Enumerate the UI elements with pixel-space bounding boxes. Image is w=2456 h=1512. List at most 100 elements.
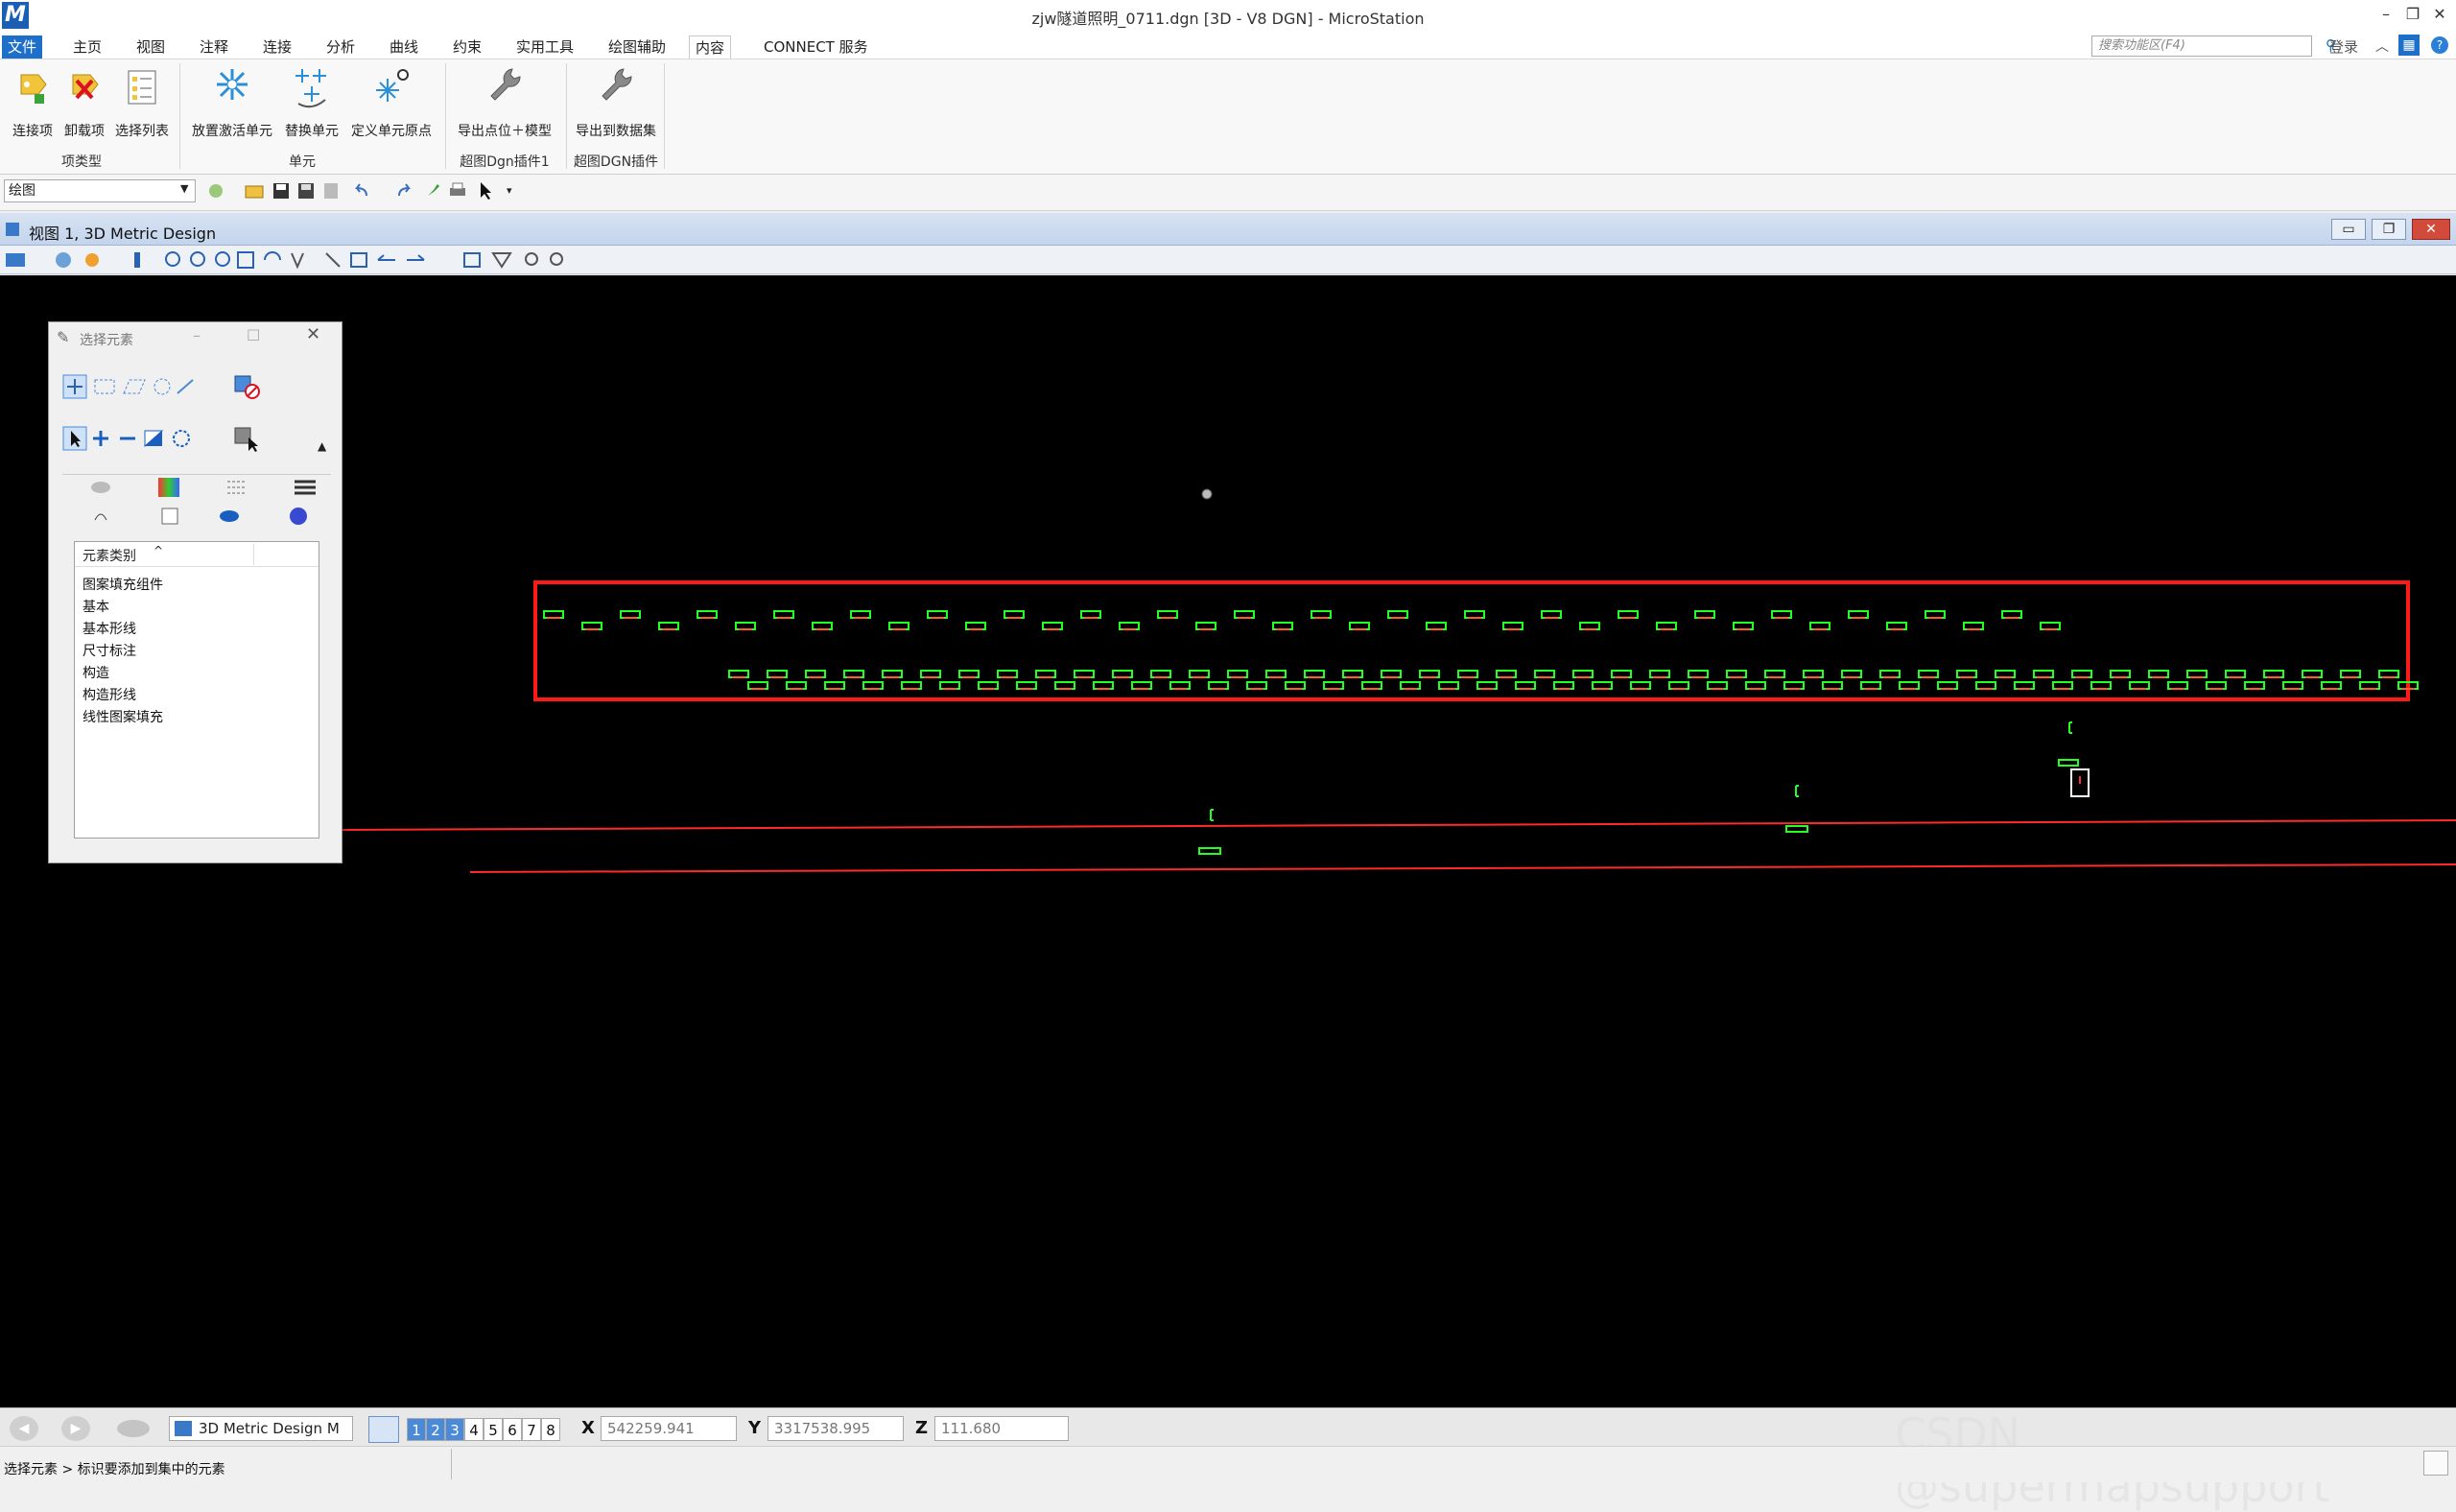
dialog-maximize-button[interactable]: ☐ [247,326,260,344]
selection-pointer-icon[interactable] [233,426,262,453]
tab-drawing-aids[interactable]: 绘图辅助 [602,35,672,59]
tab-file[interactable]: 文件 [2,35,43,59]
list-item[interactable]: 构造形线 [83,685,136,704]
view-toggle-8[interactable]: 8 [541,1418,560,1441]
list-item[interactable]: 线性图案填充 [83,707,163,726]
select-list-label: 选择列表 [115,124,169,139]
list-item[interactable]: 基本 [83,597,109,616]
model-select[interactable]: 3D Metric Design M [169,1416,353,1441]
light-fixture-symbol [1515,681,1536,690]
y-coordinate-field[interactable]: 3317538.995 [768,1416,904,1441]
print-icon[interactable] [447,180,468,201]
list-item[interactable]: 图案填充组件 [83,575,163,594]
define-cell-origin-button[interactable]: 定义单元原点 [345,65,437,140]
help-icon[interactable]: ? [2431,36,2448,54]
forward-arrow-icon[interactable]: ▶ [61,1416,90,1441]
tab-content[interactable]: 内容 [689,35,732,59]
light-fixture-symbol [2167,681,2188,690]
collapse-up-icon[interactable]: ▲ [318,439,326,453]
save-icon[interactable] [271,180,292,201]
tab-constraints[interactable]: 约束 [447,35,487,59]
view-toggle-5[interactable]: 5 [484,1418,503,1441]
light-fixture-symbol [939,681,960,690]
light-fixture-symbol [1464,610,1485,619]
compress-icon[interactable] [320,180,342,201]
tab-curves[interactable]: 曲线 [384,35,424,59]
save-all-icon[interactable] [295,180,317,201]
close-button[interactable]: ✕ [2429,4,2450,25]
restore-button[interactable]: ❐ [2402,4,2423,25]
light-fixture-symbol [2071,670,2092,678]
design-view-canvas[interactable] [0,275,2456,1407]
tab-utilities[interactable]: 实用工具 [510,35,579,59]
ribbon-search-input[interactable]: 搜索功能区(F4) [2091,35,2312,57]
light-fixture-symbol [1080,610,1101,619]
light-fixture-symbol [1150,670,1171,678]
tab-connect[interactable]: 连接 [257,35,297,59]
tab-analyze[interactable]: 分析 [320,35,361,59]
tab-view[interactable]: 视图 [130,35,171,59]
redo-icon[interactable] [393,180,414,201]
tab-annotate[interactable]: 注释 [194,35,234,59]
list-item[interactable]: 基本形线 [83,619,136,638]
export-points-model-button[interactable]: 导出点位＋模型 [449,65,560,140]
view-close-button[interactable]: ✕ [2412,219,2450,240]
back-arrow-icon[interactable]: ◀ [10,1416,38,1441]
place-active-cell-button[interactable]: 放置激活单元 [186,65,278,140]
minimize-button[interactable]: – [2375,4,2397,25]
dialog-close-button[interactable]: ✕ [306,324,320,344]
light-fixture-symbol [620,610,641,619]
pin-icon[interactable] [422,180,443,201]
view-minimize-button[interactable]: ▭ [2331,219,2366,240]
workflow-select[interactable]: 绘图 [4,179,196,202]
light-fixture-symbol [1886,622,1907,630]
community-icon[interactable]: ▦ [2398,35,2420,56]
view-tools-strip[interactable] [4,249,570,271]
collapse-ribbon-icon[interactable]: ︿ [2375,36,2389,56]
selection-mode-icons[interactable] [62,426,197,451]
detach-item-button[interactable]: 卸载项 [59,65,109,140]
light-fixture-symbol [812,622,833,630]
z-coordinate-field[interactable]: 111.680 [934,1416,1069,1441]
light-fixture-symbol [2378,670,2399,678]
place-active-cell-label: 放置激活单元 [192,124,272,139]
light-fixture-symbol [888,622,909,630]
light-fixture-symbol [1809,622,1830,630]
view-restore-button[interactable]: ❐ [2372,219,2406,240]
pointer-icon[interactable] [476,180,497,201]
status-options-icon[interactable] [2423,1451,2448,1476]
tab-connect-services[interactable]: CONNECT 服务 [758,35,874,59]
x-coordinate-field[interactable]: 542259.941 [601,1416,737,1441]
filter-tab-icons[interactable] [68,474,327,530]
view-groups-icon[interactable] [368,1416,399,1443]
view-toggle-6[interactable]: 6 [503,1418,522,1441]
open-folder-icon[interactable] [244,180,265,201]
list-item[interactable]: 构造 [83,663,109,682]
dialog-minimize-button[interactable]: – [193,326,201,344]
clear-selection-icon[interactable] [233,374,262,401]
light-fixture-symbol [1476,681,1498,690]
column-header-element-category[interactable]: 元素类别 [83,546,136,565]
select-list-button[interactable]: 选择列表 [111,65,173,140]
view-toggle-2[interactable]: 2 [426,1418,445,1441]
accusnap-icon[interactable] [205,180,226,201]
selection-method-icons[interactable] [62,374,197,399]
replace-cell-button[interactable]: 替换单元 [280,65,343,140]
chevron-down-icon[interactable]: ▼ [180,182,188,195]
login-link[interactable]: 登录 [2329,36,2358,57]
undo-icon[interactable] [351,180,372,201]
toolbar-overflow-icon[interactable]: ▾ [507,184,512,197]
view-toggle-4[interactable]: 4 [464,1418,484,1441]
tab-home[interactable]: 主页 [67,35,107,59]
view-toggle-3[interactable]: 3 [445,1418,464,1441]
view-toggle-7[interactable]: 7 [522,1418,541,1441]
wrench-icon [602,68,632,101]
attach-item-button[interactable]: 连接项 [8,65,58,140]
list-item[interactable]: 尺寸标注 [83,641,136,660]
model-shape-icon[interactable] [117,1420,150,1437]
element-category-list[interactable]: 元素类别 ^ 图案填充组件 基本 基本形线 尺寸标注 构造 构造形线 线性图案填… [74,541,319,839]
export-to-dataset-button[interactable]: 导出到数据集 [570,65,662,140]
view-toggle-1[interactable]: 1 [407,1418,426,1441]
ribbon-group-separator [179,63,180,169]
light-fixture-symbol [843,670,864,678]
